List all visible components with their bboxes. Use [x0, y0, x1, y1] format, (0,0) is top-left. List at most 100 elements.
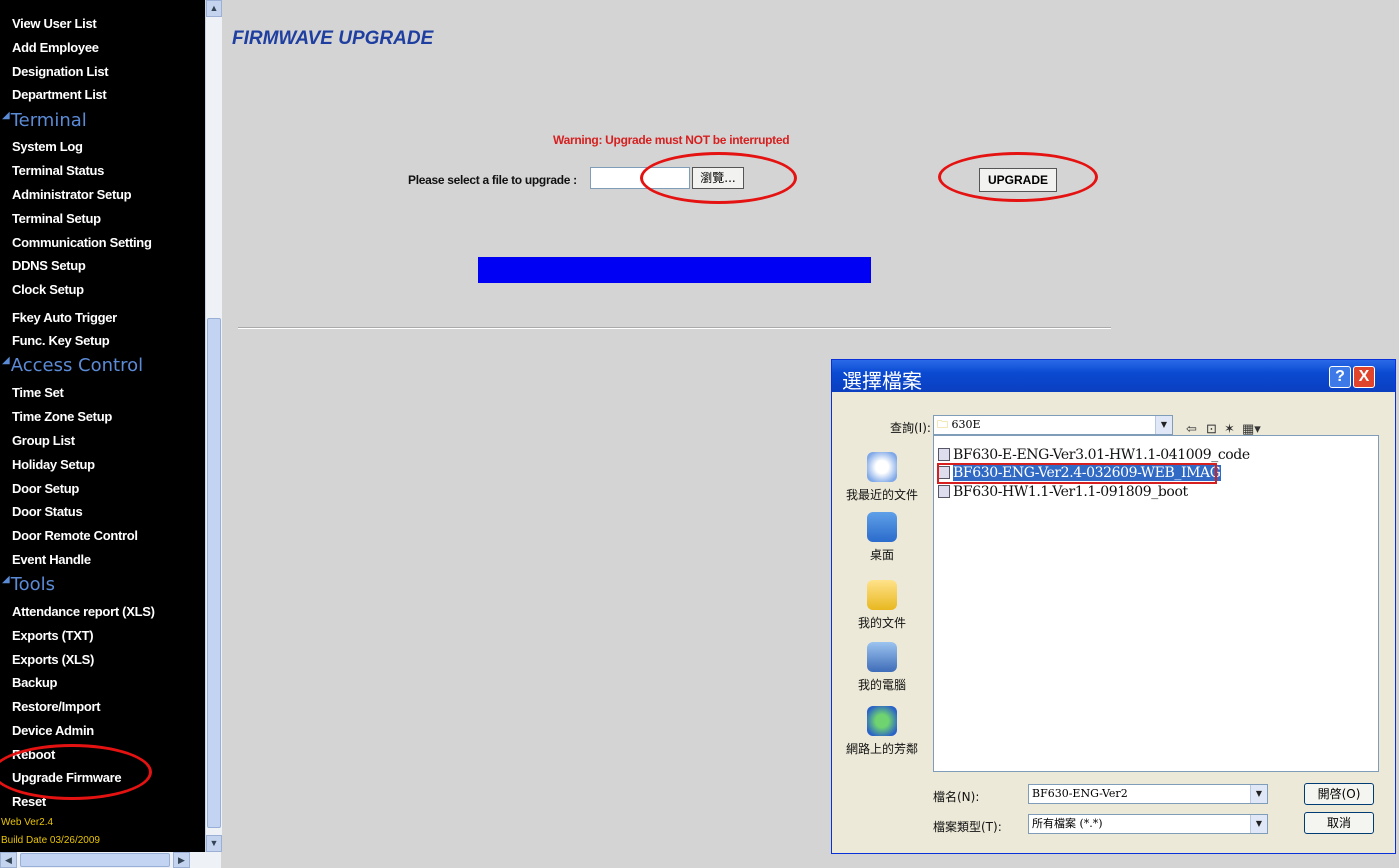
hscroll-thumb[interactable] [20, 853, 170, 867]
sidebar-item-view-user-list[interactable]: View User List [12, 16, 97, 31]
sidebar-item-reset[interactable]: Reset [12, 794, 46, 809]
lookin-dropdown[interactable]: 🗀 630E ▼ [933, 415, 1173, 435]
place-recent[interactable]: 我最近的文件 [842, 452, 922, 503]
sidebar-section-terminal[interactable]: ◢Terminal [2, 110, 87, 131]
sidebar-item-time-zone-setup[interactable]: Time Zone Setup [12, 409, 112, 424]
sidebar-section-tools[interactable]: ◢Tools [2, 574, 55, 595]
divider [238, 327, 1111, 329]
help-button[interactable]: ? [1329, 366, 1351, 388]
annotation-selection-box [937, 463, 1217, 484]
upgrade-progress-bar [478, 257, 871, 283]
sidebar-item-upgrade-firmware[interactable]: Upgrade Firmware [12, 770, 122, 785]
sidebar-item-backup[interactable]: Backup [12, 675, 57, 690]
sidebar-item-group-list[interactable]: Group List [12, 433, 75, 448]
triangle-icon: ◢ [2, 574, 10, 585]
web-version: Web Ver2.4 [1, 817, 54, 828]
scroll-thumb[interactable] [207, 318, 221, 828]
sidebar-item-door-setup[interactable]: Door Setup [12, 481, 79, 496]
section-label: Tools [10, 574, 56, 595]
sidebar-item-department-list[interactable]: Department List [12, 87, 107, 102]
file-select-label: Please select a file to upgrade : [408, 173, 577, 187]
place-desktop[interactable]: 桌面 [842, 512, 922, 563]
browse-button[interactable]: 瀏覽... [692, 167, 744, 189]
sidebar-item-exports-xls[interactable]: Exports (XLS) [12, 652, 94, 667]
my-documents-folder-icon [867, 580, 897, 610]
sidebar-item-event-handle[interactable]: Event Handle [12, 552, 91, 567]
build-date: Build Date 03/26/2009 [1, 835, 100, 846]
section-label: Terminal [10, 110, 87, 131]
sidebar-item-designation-list[interactable]: Designation List [12, 64, 109, 79]
desktop-icon [867, 512, 897, 542]
file-icon [938, 484, 950, 498]
file-path-input[interactable] [590, 167, 690, 189]
chevron-down-icon: ▼ [1155, 416, 1172, 434]
upgrade-button[interactable]: UPGRADE [979, 168, 1057, 192]
sidebar-item-door-remote-control[interactable]: Door Remote Control [12, 528, 138, 543]
open-button[interactable]: 開啓(O) [1304, 783, 1374, 805]
triangle-icon: ◢ [2, 110, 10, 121]
lookin-value: 630E [951, 418, 981, 431]
scroll-up-arrow-icon[interactable]: ▲ [206, 0, 222, 17]
place-my-computer[interactable]: 我的電腦 [842, 642, 922, 693]
dialog-titlebar[interactable]: 選擇檔案 ? X [832, 360, 1395, 393]
cancel-button[interactable]: 取消 [1304, 812, 1374, 834]
sidebar-item-restore-import[interactable]: Restore/Import [12, 699, 101, 714]
scroll-down-arrow-icon[interactable]: ▼ [206, 835, 222, 852]
filetype-combo[interactable]: 所有檔案 (*.*) ▼ [1028, 814, 1268, 834]
sidebar-item-reboot[interactable]: Reboot [12, 747, 55, 762]
sidebar-item-terminal-status[interactable]: Terminal Status [12, 163, 104, 178]
sidebar-item-ddns-setup[interactable]: DDNS Setup [12, 258, 86, 273]
sidebar-item-add-employee[interactable]: Add Employee [12, 40, 99, 55]
sidebar-item-terminal-setup[interactable]: Terminal Setup [12, 211, 101, 226]
sidebar-section-access-control[interactable]: ◢Access Control [2, 355, 143, 376]
lookin-label: 查詢(I): [890, 421, 931, 435]
sidebar-item-func-key-setup[interactable]: Func. Key Setup [12, 333, 110, 348]
recent-documents-icon [867, 452, 897, 482]
chevron-down-icon: ▼ [1250, 815, 1267, 833]
place-label: 我的文件 [857, 616, 906, 630]
upgrade-warning: Warning: Upgrade must NOT be interrupted [553, 133, 790, 147]
filetype-value: 所有檔案 (*.*) [1032, 817, 1103, 830]
chevron-down-icon: ▼ [1250, 785, 1267, 803]
sidebar-item-holiday-setup[interactable]: Holiday Setup [12, 457, 95, 472]
scroll-right-arrow-icon[interactable]: ▶ [173, 852, 190, 868]
triangle-icon: ◢ [2, 355, 10, 366]
place-label: 我最近的文件 [845, 488, 918, 502]
close-button[interactable]: X [1353, 366, 1375, 388]
filename-combo[interactable]: BF630-ENG-Ver2 ▼ [1028, 784, 1268, 804]
page-title: FIRMWAVE UPGRADE [232, 28, 434, 49]
sidebar-item-attendance-report[interactable]: Attendance report (XLS) [12, 604, 155, 619]
sidebar-item-door-status[interactable]: Door Status [12, 504, 83, 519]
place-label: 網路上的芳鄰 [845, 742, 918, 756]
sidebar-item-exports-txt[interactable]: Exports (TXT) [12, 628, 94, 643]
network-places-icon [867, 706, 897, 736]
sidebar-vertical-scrollbar[interactable]: ▲ ▼ [205, 0, 222, 852]
sidebar-item-clock-setup[interactable]: Clock Setup [12, 282, 84, 297]
file-open-dialog: 選擇檔案 ? X 查詢(I): 🗀 630E ▼ ⇦ ⊡ ✶ ▦▾ 我最近的文件… [831, 359, 1396, 854]
file-name: BF630-HW1.1-Ver1.1-091809_boot [953, 484, 1188, 500]
place-label: 桌面 [869, 548, 894, 562]
place-label: 我的電腦 [857, 678, 906, 692]
file-name: BF630-E-ENG-Ver3.01-HW1.1-041009_code [953, 447, 1250, 463]
file-icon [938, 447, 950, 461]
sidebar-item-communication-setting[interactable]: Communication Setting [12, 235, 152, 250]
filetype-label: 檔案類型(T): [933, 820, 1002, 834]
place-network[interactable]: 網路上的芳鄰 [842, 706, 922, 757]
list-item[interactable]: BF630-E-ENG-Ver3.01-HW1.1-041009_code [938, 447, 1250, 463]
file-list[interactable]: BF630-E-ENG-Ver3.01-HW1.1-041009_code BF… [933, 435, 1379, 772]
sidebar-horizontal-scrollbar[interactable]: ◀ ▶ [0, 852, 221, 868]
list-item[interactable]: BF630-HW1.1-Ver1.1-091809_boot [938, 484, 1188, 500]
place-my-documents[interactable]: 我的文件 [842, 580, 922, 631]
filename-value: BF630-ENG-Ver2 [1032, 787, 1128, 800]
sidebar-item-administrator-setup[interactable]: Administrator Setup [12, 187, 132, 202]
sidebar-item-system-log[interactable]: System Log [12, 139, 83, 154]
section-label: Access Control [10, 355, 144, 376]
filename-label: 檔名(N): [933, 790, 980, 804]
folder-icon: 🗀 [937, 418, 948, 431]
dialog-title: 選擇檔案 [842, 369, 922, 393]
sidebar-item-device-admin[interactable]: Device Admin [12, 723, 94, 738]
my-computer-icon [867, 642, 897, 672]
sidebar-item-fkey-auto-trigger[interactable]: Fkey Auto Trigger [12, 310, 117, 325]
scroll-left-arrow-icon[interactable]: ◀ [0, 852, 17, 868]
sidebar-item-time-set[interactable]: Time Set [12, 385, 64, 400]
